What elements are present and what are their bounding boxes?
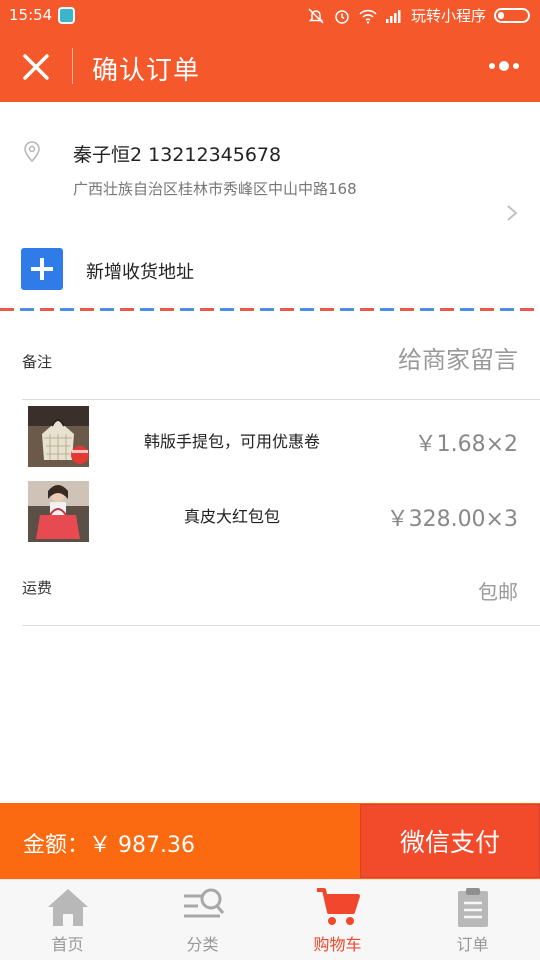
- address-detail: 广西壮族自治区桂林市秀峰区中山中路168: [73, 180, 357, 198]
- shipping-row: 运费 包邮: [22, 560, 540, 626]
- remark-row: 备注: [22, 318, 540, 400]
- cart-icon: [316, 888, 360, 925]
- nav-bar: 确认订单: [0, 32, 540, 102]
- tab-cart-label: 购物车: [313, 935, 362, 954]
- wifi-icon: [359, 9, 377, 24]
- add-address-button[interactable]: [21, 248, 63, 290]
- tab-orders[interactable]: 订单: [405, 880, 540, 960]
- app-badge-icon: [58, 7, 75, 24]
- product-item[interactable]: 真皮大红包包 ￥328.00×3: [22, 477, 540, 551]
- more-icon[interactable]: [488, 59, 520, 73]
- status-icons: 玩转小程序: [307, 5, 530, 26]
- product-item[interactable]: 韩版手提包，可用优惠卷 ￥1.68×2: [22, 402, 540, 476]
- tab-category-label: 分类: [186, 935, 219, 954]
- wechat-pay-button[interactable]: 微信支付: [360, 804, 540, 878]
- envelope-divider: [0, 308, 540, 311]
- address-card[interactable]: 秦子恒2 13212345678 广西壮族自治区桂林市秀峰区中山中路168: [0, 102, 540, 242]
- product-price-quantity: ￥328.00×3: [386, 507, 518, 532]
- status-app-name: 玩转小程序: [410, 7, 486, 25]
- category-search-icon: [183, 888, 224, 918]
- signal-icon: [385, 9, 401, 23]
- shipping-value: 包邮: [478, 580, 518, 604]
- close-icon[interactable]: [20, 51, 52, 83]
- product-name: 韩版手提包，可用优惠卷: [143, 432, 320, 451]
- page-title: 确认订单: [92, 56, 201, 86]
- status-time: 15:54: [9, 6, 53, 24]
- product-thumbnail-image: [28, 406, 89, 467]
- clipboard-icon: [457, 888, 488, 927]
- tab-home[interactable]: 首页: [0, 880, 135, 960]
- address-name-phone: 秦子恒2 13212345678: [73, 144, 282, 166]
- add-address-label: 新增收货地址: [86, 262, 194, 283]
- status-bar: 15:54 玩转小程序: [0, 0, 540, 32]
- product-price-quantity: ￥1.68×2: [414, 432, 518, 457]
- tab-cart[interactable]: 购物车: [270, 880, 405, 960]
- shipping-label: 运费: [22, 579, 53, 597]
- nav-divider: [72, 48, 73, 84]
- tab-bar: 首页 分类 购物车 订单: [0, 879, 540, 960]
- total-amount: 金额：￥ 987.36: [23, 833, 195, 858]
- alarm-icon: [335, 9, 349, 24]
- remark-input[interactable]: [278, 340, 518, 380]
- remark-label: 备注: [22, 353, 53, 371]
- product-name: 真皮大红包包: [183, 507, 280, 526]
- mute-icon: [308, 7, 324, 24]
- product-thumbnail-image: [28, 481, 89, 542]
- battery-icon: [494, 8, 530, 23]
- tab-home-label: 首页: [51, 935, 84, 954]
- pay-bar: 金额：￥ 987.36 微信支付: [0, 803, 540, 879]
- tab-orders-label: 订单: [456, 935, 489, 954]
- location-pin-icon: [24, 141, 40, 162]
- add-address-row[interactable]: 新增收货地址: [0, 242, 540, 304]
- home-icon: [47, 889, 88, 926]
- tab-category[interactable]: 分类: [135, 880, 270, 960]
- chevron-right-icon: [507, 205, 518, 221]
